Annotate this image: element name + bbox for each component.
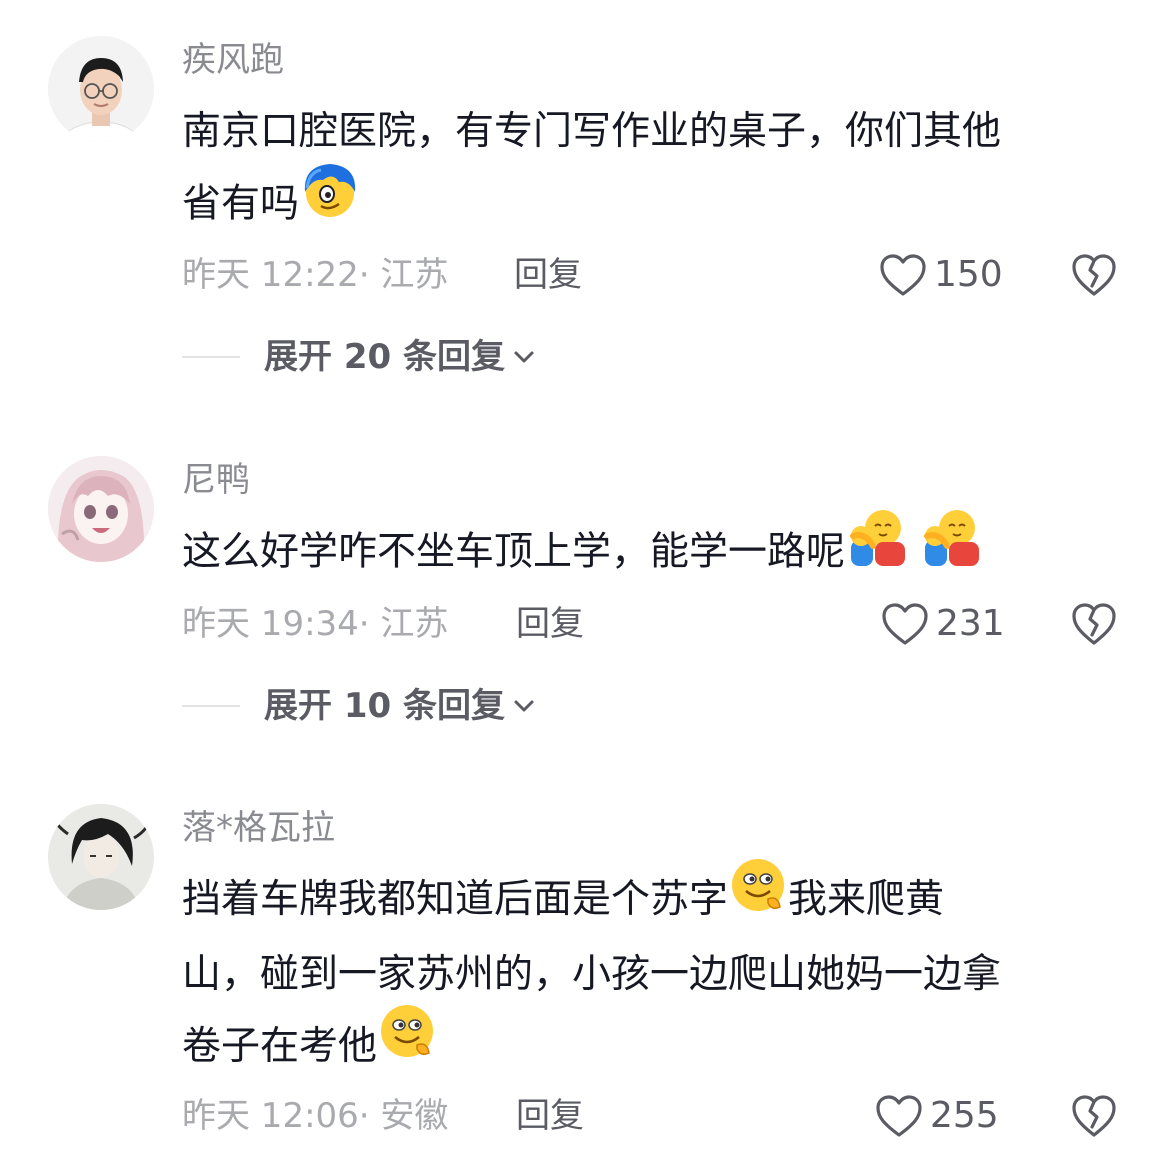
location: · 江苏 — [358, 604, 449, 644]
chevron-down-icon — [514, 700, 534, 712]
cunning-smile-emoji-icon — [728, 855, 788, 939]
avatar-anime-girl-icon — [48, 456, 154, 562]
reply-button[interactable]: 回复 — [514, 250, 582, 300]
heart-outline-icon — [876, 1095, 922, 1137]
avatar-ink-swordsman-icon — [48, 804, 154, 910]
timestamp-location: 昨天 19:34· 江苏 — [182, 599, 448, 649]
hug-emoji-icon — [919, 506, 985, 592]
timestamp: 昨天 19:34 — [182, 604, 359, 644]
dislike-button[interactable] — [1070, 252, 1118, 302]
broken-heart-icon — [1072, 1095, 1116, 1137]
chevron-down-icon — [514, 351, 534, 363]
username[interactable]: 落*格瓦拉 — [182, 808, 335, 848]
avatar[interactable] — [48, 804, 154, 910]
avatar[interactable] — [48, 456, 154, 562]
dislike-button[interactable] — [1070, 601, 1118, 651]
timestamp: 昨天 12:06 — [182, 1096, 359, 1136]
comment-text-line: 卷子在考他 — [182, 1023, 378, 1069]
heart-outline-icon — [882, 603, 928, 645]
like-button[interactable]: 150 — [878, 250, 1003, 300]
expand-replies-label: 展开 20 条回复 — [264, 337, 505, 377]
timestamp-location: 昨天 12:22· 江苏 — [182, 250, 448, 300]
cunning-smile-emoji-icon — [377, 1001, 437, 1085]
like-button[interactable]: 255 — [874, 1091, 999, 1141]
comment-meta: 昨天 12:06· 安徽 回复 255 — [182, 1091, 1142, 1141]
comment-text-line: 这么好学咋不坐车顶上学，能学一路呢 — [182, 529, 846, 575]
expand-replies-label: 展开 10 条回复 — [264, 686, 505, 726]
expand-replies-button[interactable]: 展开 20 条回复 — [264, 332, 535, 382]
comment-text: 南京口腔医院，有专门写作业的桌子，你们其他 省有吗 — [182, 96, 1112, 244]
divider — [182, 705, 240, 707]
comment-text-line: 挡着车牌我都知道后面是个苏字 — [182, 877, 729, 922]
location: · 江苏 — [358, 255, 449, 295]
divider — [182, 356, 240, 358]
location: · 安徽 — [358, 1096, 449, 1136]
timestamp-location: 昨天 12:06· 安徽 — [182, 1091, 448, 1141]
comment-text-line: 南京口腔医院，有专门写作业的桌子，你们其他 — [182, 109, 1002, 154]
comment-text: 这么好学咋不坐车顶上学，能学一路呢 — [182, 510, 1112, 592]
dislike-button[interactable] — [1070, 1093, 1118, 1143]
comment-text-line: 省有吗 — [182, 181, 300, 227]
comment-meta: 昨天 19:34· 江苏 回复 231 — [182, 599, 1142, 649]
broken-heart-icon — [1072, 603, 1116, 645]
broken-heart-icon — [1072, 254, 1116, 296]
comment-text-line: 山，碰到一家苏州的，小孩一边爬山她妈一边拿 — [182, 951, 1002, 997]
heart-outline-icon — [880, 254, 926, 296]
like-count: 231 — [936, 603, 1005, 644]
expand-replies[interactable]: 展开 20 条回复 — [182, 332, 782, 382]
like-count: 150 — [934, 254, 1003, 295]
reply-button[interactable]: 回复 — [516, 599, 584, 649]
reply-button[interactable]: 回复 — [516, 1091, 584, 1141]
expand-replies-button[interactable]: 展开 10 条回复 — [264, 681, 535, 731]
comment-item: 疾风跑 南京口腔医院，有专门写作业的桌子，你们其他 省有吗 昨天 12:22· … — [0, 0, 1170, 400]
like-button[interactable]: 231 — [880, 599, 1005, 649]
comment-meta: 昨天 12:22· 江苏 回复 150 — [182, 250, 1142, 300]
comment-text: 挡着车牌我都知道后面是个苏字 我来爬黄 山，碰到一家苏州的，小孩一边爬山她妈一边… — [182, 858, 1112, 1085]
comment-text-line: 我来爬黄 — [788, 877, 945, 922]
avatar-man-glasses-icon — [48, 36, 154, 142]
expand-replies[interactable]: 展开 10 条回复 — [182, 681, 782, 731]
blue-hair-peeking-emoji-icon — [299, 158, 361, 244]
avatar[interactable] — [48, 36, 154, 142]
like-count: 255 — [930, 1095, 999, 1136]
username[interactable]: 疾风跑 — [182, 40, 284, 80]
timestamp: 昨天 12:22 — [182, 255, 359, 295]
username[interactable]: 尼鸭 — [182, 460, 250, 500]
hug-emoji-icon — [845, 506, 911, 592]
